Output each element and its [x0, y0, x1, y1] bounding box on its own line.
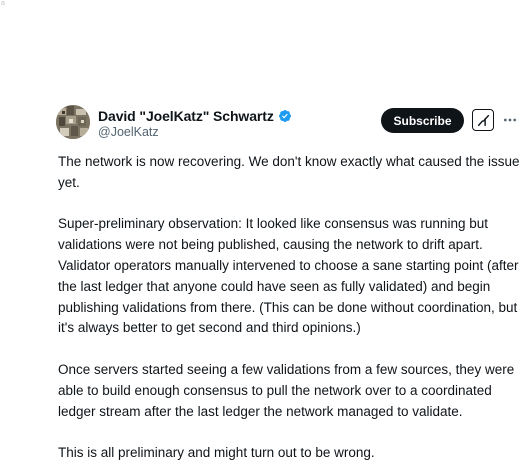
display-name-row: David "JoelKatz" Schwartz — [98, 107, 292, 124]
tweet-paragraph-4: This is all preliminary and might turn o… — [58, 445, 375, 461]
tweet-paragraph-1: The network is now recovering. We don't … — [58, 154, 520, 190]
tweet-text: The network is now recovering. We don't … — [58, 152, 520, 464]
avatar-image — [56, 105, 90, 139]
subscribe-button[interactable]: Subscribe — [381, 108, 464, 133]
tweet-page: a David "JoelKatz" Schwartz @JoelKatz Su… — [0, 0, 532, 473]
handle[interactable]: @JoelKatz — [98, 125, 292, 139]
more-options-icon[interactable] — [500, 109, 520, 131]
user-info: David "JoelKatz" Schwartz @JoelKatz — [98, 107, 292, 139]
avatar[interactable] — [56, 105, 90, 139]
display-name[interactable]: David "JoelKatz" Schwartz — [98, 108, 274, 124]
tweet-paragraph-2: Super-preliminary observation: It looked… — [58, 216, 519, 336]
corner-mark: a — [1, 0, 5, 7]
tweet-paragraph-3: Once servers started seeing a few valida… — [58, 361, 515, 419]
grok-glyph — [477, 114, 489, 126]
verified-badge-icon — [278, 109, 292, 123]
tweet-header: David "JoelKatz" Schwartz @JoelKatz Subs… — [56, 105, 518, 141]
grok-icon[interactable] — [472, 109, 494, 131]
more-dots — [504, 118, 516, 122]
